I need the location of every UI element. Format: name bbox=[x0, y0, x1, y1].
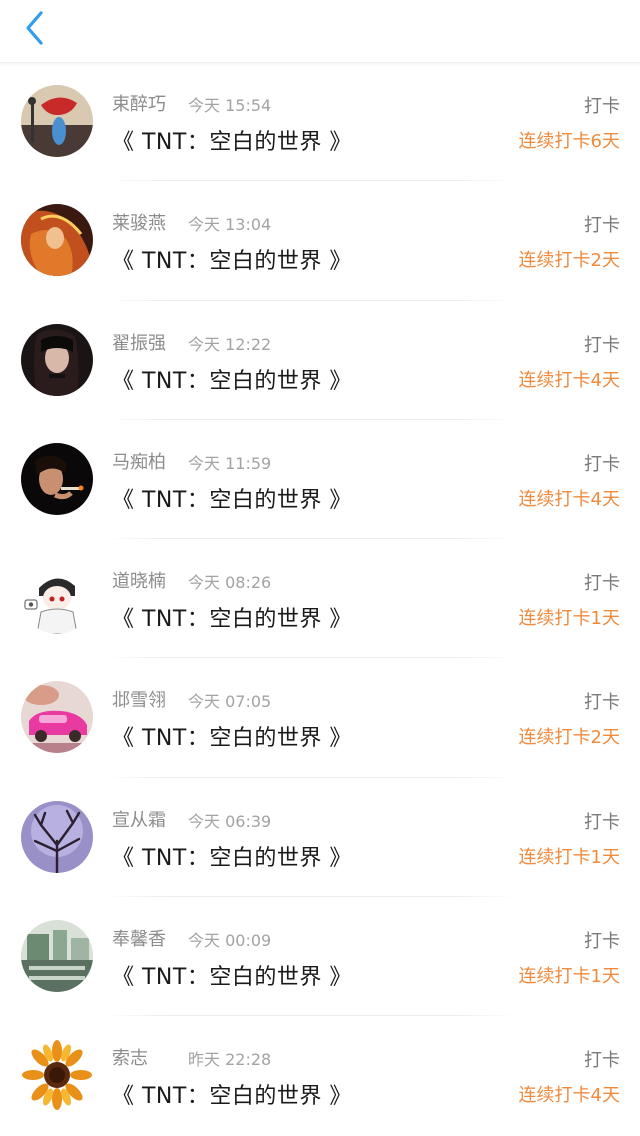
timestamp: 今天 15:54 bbox=[188, 96, 272, 115]
checkin-label: 打卡 bbox=[584, 573, 620, 595]
checkin-label: 打卡 bbox=[584, 453, 620, 475]
avatar[interactable] bbox=[21, 681, 93, 754]
checkin-label: 打卡 bbox=[584, 811, 620, 833]
top-bar bbox=[0, 0, 640, 63]
avatar[interactable] bbox=[21, 562, 93, 635]
book-title[interactable]: 《 TNT：空白的世界 》 bbox=[112, 720, 352, 752]
book-title[interactable]: 《 TNT：空白的世界 》 bbox=[112, 243, 352, 275]
user-name: 马痴柏 bbox=[112, 451, 166, 473]
streak-label: 连续打卡4天 bbox=[518, 488, 620, 510]
book-title[interactable]: 《 TNT：空白的世界 》 bbox=[112, 840, 352, 872]
timestamp: 今天 08:26 bbox=[188, 573, 272, 593]
avatar[interactable] bbox=[21, 323, 93, 396]
avatar[interactable] bbox=[21, 204, 93, 277]
streak-label: 连续打卡1天 bbox=[518, 966, 620, 988]
back-button[interactable] bbox=[14, 8, 54, 48]
avatar[interactable] bbox=[21, 920, 93, 993]
timestamp: 昨天 22:28 bbox=[188, 1050, 272, 1070]
list-item[interactable]: 奉馨香 今天 00:09 《 TNT：空白的世界 》 打卡 连续打卡1天 bbox=[0, 897, 640, 1017]
user-name: 道晓楠 bbox=[112, 571, 166, 593]
book-title[interactable]: 《 TNT：空白的世界 》 bbox=[112, 959, 352, 991]
avatar[interactable] bbox=[21, 85, 93, 157]
user-name: 莱骏燕 bbox=[112, 213, 166, 235]
checkin-label: 打卡 bbox=[584, 1050, 620, 1072]
checkin-label: 打卡 bbox=[584, 692, 620, 714]
list-item[interactable]: 翟振强 今天 12:22 《 TNT：空白的世界 》 打卡 连续打卡4天 bbox=[0, 301, 640, 420]
checkin-list: 束醉巧 今天 15:54 《 TNT：空白的世界 》 打卡 连续打卡6天 莱骏燕… bbox=[0, 62, 640, 1136]
user-name: 束醉巧 bbox=[112, 94, 166, 115]
book-title[interactable]: 《 TNT：空白的世界 》 bbox=[112, 124, 352, 156]
checkin-label: 打卡 bbox=[584, 334, 620, 356]
streak-label: 连续打卡6天 bbox=[518, 131, 620, 152]
book-title[interactable]: 《 TNT：空白的世界 》 bbox=[112, 601, 352, 633]
timestamp: 今天 06:39 bbox=[188, 811, 272, 831]
timestamp: 今天 11:59 bbox=[188, 453, 272, 473]
book-title[interactable]: 《 TNT：空白的世界 》 bbox=[112, 1078, 352, 1110]
user-name: 邶雪翎 bbox=[112, 690, 166, 712]
checkin-label: 打卡 bbox=[584, 931, 620, 953]
book-title[interactable]: 《 TNT：空白的世界 》 bbox=[112, 363, 352, 395]
timestamp: 今天 00:09 bbox=[188, 931, 272, 951]
avatar[interactable] bbox=[21, 1039, 93, 1112]
list-item[interactable]: 束醉巧 今天 15:54 《 TNT：空白的世界 》 打卡 连续打卡6天 bbox=[0, 62, 640, 182]
user-name: 宣从霜 bbox=[112, 809, 166, 831]
user-name: 索志 bbox=[112, 1048, 148, 1070]
list-item[interactable]: 马痴柏 今天 11:59 《 TNT：空白的世界 》 打卡 连续打卡4天 bbox=[0, 420, 640, 540]
avatar[interactable] bbox=[21, 442, 93, 515]
streak-label: 连续打卡2天 bbox=[518, 727, 620, 749]
avatar[interactable] bbox=[21, 800, 93, 873]
user-name: 奉馨香 bbox=[112, 929, 166, 951]
list-item[interactable]: 道晓楠 今天 08:26 《 TNT：空白的世界 》 打卡 连续打卡1天 bbox=[0, 539, 640, 659]
timestamp: 今天 12:22 bbox=[188, 334, 272, 354]
checkin-label: 打卡 bbox=[584, 215, 620, 237]
timestamp: 今天 07:05 bbox=[188, 692, 272, 712]
chevron-left-icon bbox=[26, 11, 43, 45]
book-title[interactable]: 《 TNT：空白的世界 》 bbox=[112, 482, 352, 514]
checkin-label: 打卡 bbox=[584, 96, 620, 117]
streak-label: 连续打卡1天 bbox=[518, 608, 620, 630]
streak-label: 连续打卡4天 bbox=[518, 369, 620, 391]
list-item[interactable]: 邶雪翎 今天 07:05 《 TNT：空白的世界 》 打卡 连续打卡2天 bbox=[0, 658, 640, 778]
list-item[interactable]: 莱骏燕 今天 13:04 《 TNT：空白的世界 》 打卡 连续打卡2天 bbox=[0, 181, 640, 301]
timestamp: 今天 13:04 bbox=[188, 215, 272, 235]
list-item[interactable]: 宣从霜 今天 06:39 《 TNT：空白的世界 》 打卡 连续打卡1天 bbox=[0, 778, 640, 898]
streak-label: 连续打卡4天 bbox=[518, 1085, 620, 1107]
user-name: 翟振强 bbox=[112, 332, 166, 354]
list-item[interactable]: 索志 昨天 22:28 《 TNT：空白的世界 》 打卡 连续打卡4天 bbox=[0, 1016, 640, 1135]
streak-label: 连续打卡1天 bbox=[518, 846, 620, 868]
streak-label: 连续打卡2天 bbox=[518, 250, 620, 272]
